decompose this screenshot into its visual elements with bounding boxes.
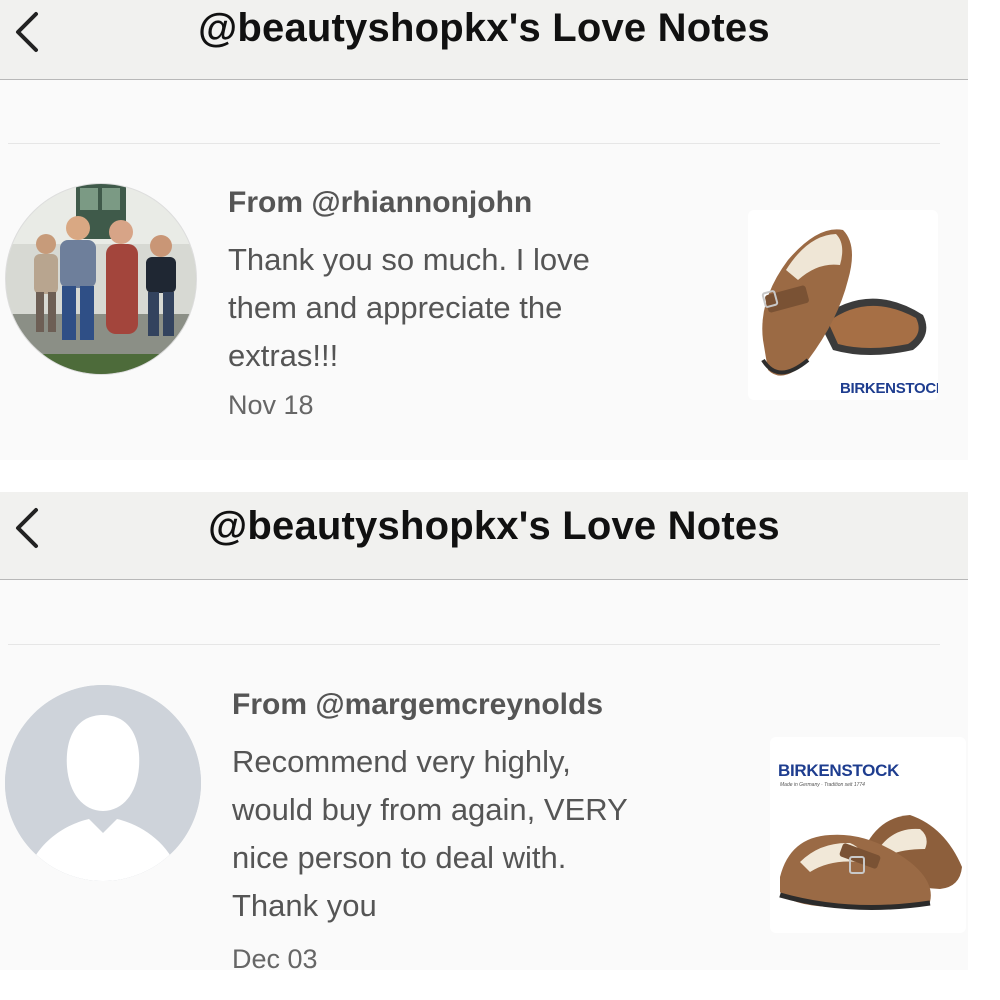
avatar-image [6, 184, 196, 374]
divider [8, 644, 940, 645]
divider [8, 143, 940, 144]
default-user-avatar[interactable] [5, 685, 201, 881]
note-date: Dec 03 [232, 944, 318, 974]
note-message-line: nice person to deal with. [232, 840, 567, 875]
brand-label: BIRKENSTOCK [840, 380, 938, 397]
note-message-line: them and appreciate the [228, 290, 563, 325]
note-message-line: Recommend very highly, [232, 744, 571, 779]
note-message-line: Thank you [232, 888, 377, 923]
note-sender[interactable]: From @margemcreynolds [232, 688, 603, 722]
page-title: @beautyshopkx's Love Notes [208, 503, 780, 548]
product-thumbnail[interactable]: BIRKENSTOCK Made in Germany · Tradition … [770, 737, 966, 933]
note-message-line: Thank you so much. I love [228, 242, 590, 277]
note-message: Thank you so much. I love them and appre… [228, 236, 590, 380]
love-notes-screen-1: @beautyshopkx's Love Notes From @rhianno… [0, 0, 968, 460]
person-silhouette-icon [5, 685, 201, 881]
header-bar: @beautyshopkx's Love Notes [0, 492, 968, 580]
note-message: Recommend very highly, would buy from ag… [232, 738, 628, 930]
love-notes-screen-2: @beautyshopkx's Love Notes From @margemc… [0, 492, 968, 974]
family-photo-avatar[interactable] [5, 183, 197, 375]
birkenstock-clog-image [761, 229, 927, 376]
header-bar: @beautyshopkx's Love Notes [0, 0, 968, 80]
note-message-line: would buy from again, VERY [232, 792, 628, 827]
note-sender[interactable]: From @rhiannonjohn [228, 186, 532, 220]
page-title: @beautyshopkx's Love Notes [198, 5, 770, 50]
product-thumbnail[interactable]: BIRKENSTOCK [748, 210, 938, 400]
note-date: Nov 18 [228, 390, 314, 420]
birkenstock-clog-image [779, 815, 962, 910]
note-message-line: extras!!! [228, 338, 339, 373]
